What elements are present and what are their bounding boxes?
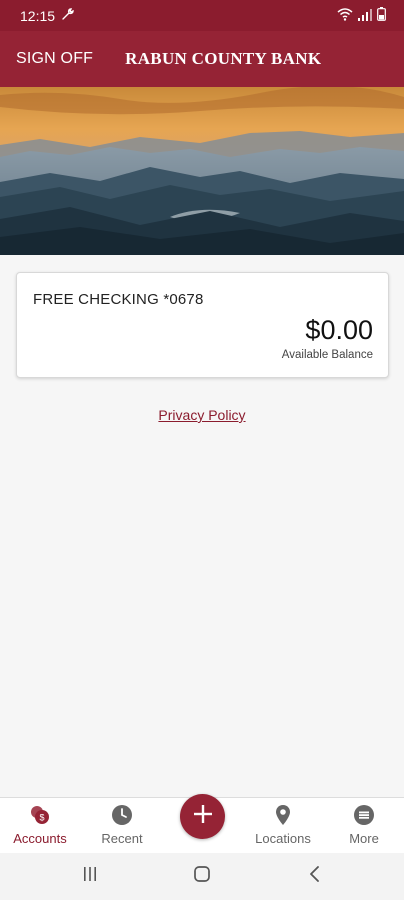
account-balance: $0.00 bbox=[305, 315, 373, 345]
home-icon bbox=[193, 865, 211, 888]
hero-mountain-image bbox=[0, 87, 404, 255]
back-icon bbox=[308, 865, 322, 887]
tab-label: Locations bbox=[255, 831, 311, 846]
signal-icon bbox=[358, 8, 372, 24]
back-button[interactable] bbox=[300, 863, 330, 889]
bank-title: RABUN COUNTY BANK bbox=[125, 49, 322, 68]
status-left: 12:15 bbox=[20, 7, 75, 24]
battery-icon bbox=[377, 7, 386, 24]
menu-icon bbox=[353, 804, 375, 826]
tab-label: More bbox=[349, 831, 379, 846]
wifi-icon bbox=[337, 7, 353, 24]
wrench-icon bbox=[61, 7, 75, 24]
status-time: 12:15 bbox=[20, 7, 56, 24]
add-button[interactable] bbox=[180, 794, 225, 839]
accounts-icon: $ bbox=[29, 804, 51, 826]
svg-text:$: $ bbox=[39, 813, 44, 823]
tab-label: Recent bbox=[101, 831, 143, 846]
tab-accounts[interactable]: $ Accounts bbox=[0, 798, 80, 854]
system-nav-bar bbox=[0, 853, 404, 900]
app-bar: SIGN OFF RABUN COUNTY BANK bbox=[0, 31, 404, 87]
privacy-policy-link[interactable]: Privacy Policy bbox=[158, 407, 245, 423]
available-balance-label: Available Balance bbox=[281, 349, 373, 361]
account-card[interactable]: FREE CHECKING *0678 $0.00 Available Bala… bbox=[16, 272, 389, 378]
sign-off-button[interactable]: SIGN OFF bbox=[16, 50, 93, 68]
tab-locations[interactable]: Locations bbox=[243, 798, 323, 854]
tab-label: Accounts bbox=[13, 831, 67, 846]
account-name: FREE CHECKING *0678 bbox=[33, 291, 204, 308]
status-bar: 12:15 bbox=[0, 0, 404, 31]
recents-button[interactable] bbox=[75, 863, 105, 889]
recents-icon bbox=[82, 866, 98, 887]
home-button[interactable] bbox=[187, 863, 217, 889]
plus-icon bbox=[193, 804, 213, 829]
status-right bbox=[337, 7, 386, 24]
clock-icon bbox=[111, 804, 133, 826]
tab-recent[interactable]: Recent bbox=[82, 798, 162, 854]
location-pin-icon bbox=[272, 804, 294, 826]
privacy-policy-row: Privacy Policy bbox=[0, 407, 404, 423]
tab-more[interactable]: More bbox=[324, 798, 404, 854]
